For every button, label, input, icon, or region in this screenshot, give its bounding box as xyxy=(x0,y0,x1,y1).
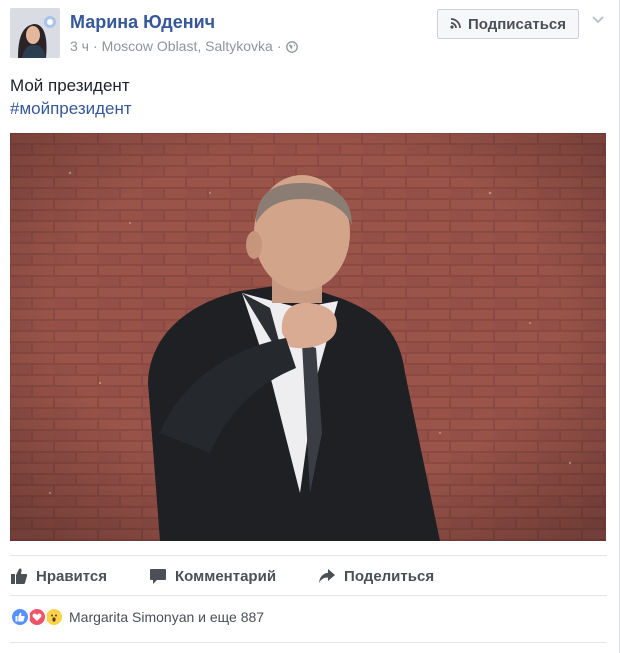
hashtag-link[interactable]: #мойпрезидент xyxy=(10,97,132,120)
meta-separator: · xyxy=(276,38,282,54)
author-name[interactable]: Марина Юденич xyxy=(70,12,215,33)
post-message: Мой президент xyxy=(10,76,130,95)
chevron-down-icon[interactable] xyxy=(590,12,606,28)
post-photo[interactable] xyxy=(10,133,606,541)
divider xyxy=(10,595,607,596)
post-header: Марина Юденич 3 ч · Moscow Oblast, Salty… xyxy=(10,8,609,60)
photo-image xyxy=(10,133,606,541)
comment-button[interactable]: Комментарий xyxy=(149,567,276,585)
reactions-text: Margarita Simonyan и еще 887 xyxy=(69,609,265,625)
post-time[interactable]: 3 ч xyxy=(70,38,89,54)
thumbs-up-icon xyxy=(11,568,28,584)
meta-separator: · xyxy=(92,38,98,54)
avatar-image xyxy=(10,8,60,58)
like-label: Нравится xyxy=(36,567,108,585)
share-label: Поделиться xyxy=(344,567,435,585)
post-card: Марина Юденич 3 ч · Moscow Oblast, Salty… xyxy=(0,0,620,653)
rss-icon xyxy=(450,16,462,33)
like-icon xyxy=(10,607,30,627)
avatar[interactable] xyxy=(10,8,60,58)
wow-icon xyxy=(44,607,64,627)
post-meta: 3 ч · Moscow Oblast, Saltykovka · xyxy=(70,38,298,54)
globe-icon[interactable] xyxy=(285,40,298,53)
comment-label: Комментарий xyxy=(175,567,277,585)
divider xyxy=(10,642,607,643)
love-icon xyxy=(27,607,47,627)
comment-icon xyxy=(150,569,167,584)
action-bar: Нравится Комментарий Поделиться xyxy=(10,562,476,590)
post-text: Мой президент #мойпрезидент xyxy=(10,74,132,120)
reactions-summary[interactable]: Margarita Simonyan и еще 887 xyxy=(10,607,264,627)
post-location[interactable]: Moscow Oblast, Saltykovka xyxy=(102,38,273,54)
subscribe-label: Подписаться xyxy=(467,15,567,33)
divider xyxy=(10,555,607,556)
subscribe-button[interactable]: Подписаться xyxy=(437,9,579,39)
share-icon xyxy=(319,569,336,583)
like-button[interactable]: Нравится xyxy=(10,567,107,585)
share-button[interactable]: Поделиться xyxy=(318,567,434,585)
